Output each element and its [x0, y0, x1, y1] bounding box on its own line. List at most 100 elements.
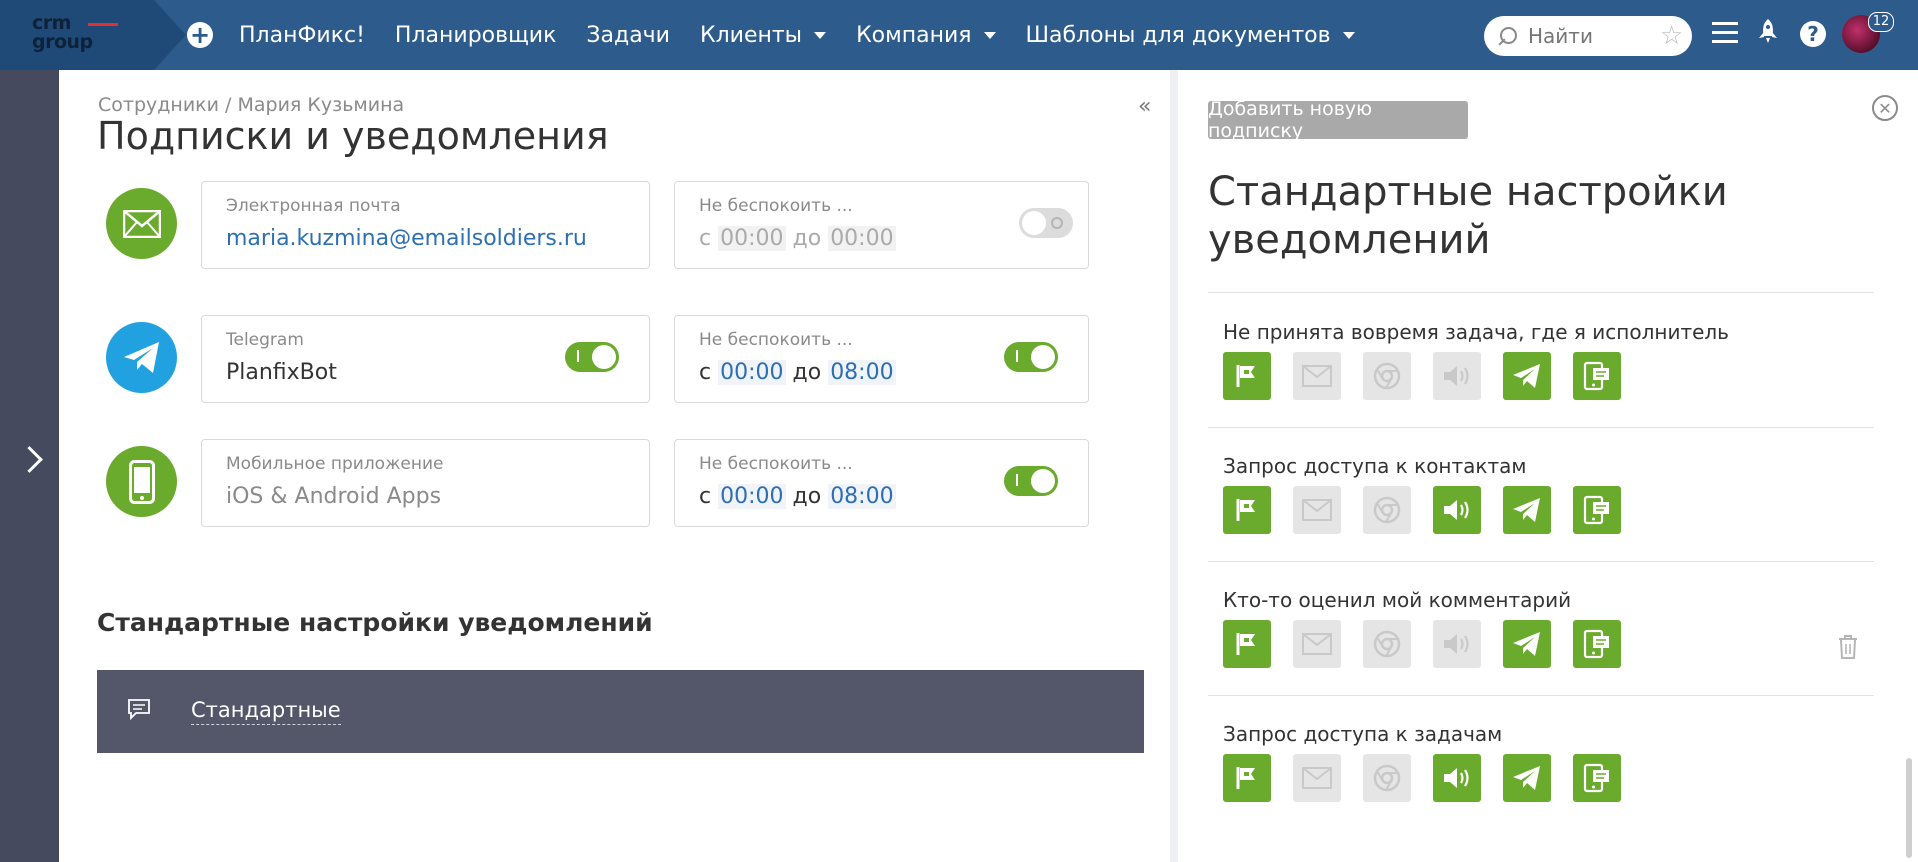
dnd-toggle[interactable]	[1004, 466, 1058, 496]
nav-item-planner[interactable]: Планировщик	[395, 23, 556, 48]
email-dnd-card[interactable]: Не беспокоить ... с 00:00 до 00:00	[674, 181, 1089, 269]
nav-label: ПланФикс!	[239, 22, 365, 48]
section-title: Стандартные настройки уведомлений	[97, 608, 653, 637]
search-input[interactable]	[1526, 23, 1650, 49]
company-logo[interactable]: crm group	[32, 14, 122, 56]
dnd-to-time[interactable]: 00:00	[828, 226, 896, 251]
nav-item-clients[interactable]: Клиенты	[699, 22, 827, 48]
mobile-channel-card[interactable]: Мобильное приложение iOS & Android Apps	[201, 439, 650, 527]
add-subscription-button[interactable]: Добавить новую подписку	[1208, 98, 1468, 142]
channel-label: Telegram	[226, 330, 304, 350]
breadcrumb[interactable]: Сотрудники / Мария Кузьмина	[98, 94, 404, 116]
dnd-time-range: с 00:00 до 08:00	[699, 360, 896, 385]
telegram-dnd-card[interactable]: Не беспокоить ... с 00:00 до 08:00	[674, 315, 1089, 403]
envelope-icon[interactable]	[1293, 352, 1341, 400]
panel-title: Стандартные настройки уведомлений	[1208, 169, 1728, 263]
mobile-dnd-card[interactable]: Не беспокоить ... с 00:00 до 08:00	[674, 439, 1089, 527]
nav-label: Планировщик	[394, 22, 557, 48]
browser-icon[interactable]	[1363, 486, 1411, 534]
mobile-notification-icon[interactable]	[1573, 352, 1621, 400]
envelope-icon	[106, 188, 177, 259]
telegram-icon	[106, 322, 177, 393]
logo-red-bar	[88, 23, 118, 26]
subscription-label: Запрос доступа к задачам	[1223, 722, 1503, 746]
mobile-notification-icon[interactable]	[1573, 620, 1621, 668]
divider	[1208, 292, 1874, 293]
notification-count-badge[interactable]: 12	[1868, 12, 1894, 32]
mobile-phone-icon	[106, 446, 177, 517]
channel-row	[1223, 754, 1643, 802]
browser-icon[interactable]	[1363, 620, 1411, 668]
dnd-from-prefix: с	[699, 484, 712, 509]
telegram-channel-card[interactable]: Telegram PlanfixBot	[201, 315, 650, 403]
collapse-panel-icon[interactable]: «	[1138, 94, 1151, 119]
dnd-toggle[interactable]	[1019, 208, 1073, 238]
dnd-from-time[interactable]: 00:00	[718, 360, 786, 385]
search-box[interactable]: ☆	[1484, 16, 1692, 56]
sound-icon[interactable]	[1433, 486, 1481, 534]
flag-icon[interactable]	[1223, 620, 1271, 668]
dnd-time-range: с 00:00 до 08:00	[699, 484, 896, 509]
comment-icon	[127, 698, 151, 721]
close-icon[interactable]: ✕	[1872, 95, 1898, 121]
chevron-down-icon	[814, 31, 827, 39]
flag-icon[interactable]	[1223, 352, 1271, 400]
divider	[1208, 695, 1874, 696]
browser-icon[interactable]	[1363, 352, 1411, 400]
mobile-notification-icon[interactable]	[1573, 754, 1621, 802]
telegram-toggle[interactable]	[565, 342, 619, 372]
chevron-down-icon	[1342, 31, 1355, 39]
dnd-from-prefix: с	[699, 360, 712, 385]
divider	[1208, 561, 1874, 562]
chevron-down-icon	[983, 31, 996, 39]
envelope-icon[interactable]	[1293, 486, 1341, 534]
channel-row	[1223, 352, 1643, 400]
standard-settings-link[interactable]: Стандартные	[191, 698, 341, 725]
telegram-icon[interactable]	[1503, 754, 1551, 802]
flag-icon[interactable]	[1223, 486, 1271, 534]
nav-item-tasks[interactable]: Задачи	[586, 23, 670, 48]
divider	[1208, 427, 1874, 428]
telegram-icon[interactable]	[1503, 620, 1551, 668]
email-channel-card[interactable]: Электронная почта maria.kuzmina@emailsol…	[201, 181, 650, 269]
telegram-icon[interactable]	[1503, 486, 1551, 534]
logo-line-2: group	[32, 31, 93, 53]
envelope-icon[interactable]	[1293, 620, 1341, 668]
chevron-right-icon[interactable]	[16, 446, 43, 473]
flag-icon[interactable]	[1223, 754, 1271, 802]
mobile-notification-icon[interactable]	[1573, 486, 1621, 534]
plus-circle-icon[interactable]: +	[187, 21, 213, 49]
dnd-to-time[interactable]: 08:00	[828, 484, 896, 509]
dnd-to-prefix: до	[792, 360, 822, 385]
envelope-icon[interactable]	[1293, 754, 1341, 802]
dnd-from-time[interactable]: 00:00	[718, 226, 786, 251]
help-icon[interactable]: ?	[1800, 21, 1826, 47]
nav-item-doc-templates[interactable]: Шаблоны для документов	[1026, 23, 1355, 48]
dnd-from-prefix: с	[699, 226, 712, 251]
sound-icon[interactable]	[1433, 352, 1481, 400]
trash-icon[interactable]	[1837, 634, 1859, 660]
mobile-app-name: iOS & Android Apps	[226, 484, 442, 509]
channel-label: Мобильное приложение	[226, 454, 444, 474]
dnd-from-time[interactable]: 00:00	[718, 484, 786, 509]
sound-icon[interactable]	[1433, 754, 1481, 802]
star-icon[interactable]: ☆	[1660, 21, 1683, 51]
nav-item-planfix[interactable]: ПланФикс!	[239, 23, 365, 48]
subscription-label: Не принята вовремя задача, где я исполни…	[1223, 320, 1729, 344]
subscription-label: Кто-то оценил мой комментарий	[1223, 588, 1572, 612]
logo-area[interactable]: crm group	[0, 0, 186, 70]
browser-icon[interactable]	[1363, 754, 1411, 802]
nav-label: Задачи	[586, 22, 670, 48]
dnd-to-time[interactable]: 08:00	[828, 360, 896, 385]
email-address[interactable]: maria.kuzmina@emailsoldiers.ru	[226, 226, 587, 251]
telegram-icon[interactable]	[1503, 352, 1551, 400]
panel-scrollbar[interactable]	[1906, 758, 1912, 858]
rocket-icon[interactable]	[1757, 18, 1779, 51]
standard-settings-item[interactable]: Стандартные	[97, 670, 1144, 753]
sound-icon[interactable]	[1433, 620, 1481, 668]
nav-label: Клиенты	[699, 22, 803, 48]
menu-icon[interactable]	[1712, 22, 1738, 44]
dnd-toggle[interactable]	[1004, 342, 1058, 372]
nav-item-company[interactable]: Компания	[856, 23, 996, 48]
dnd-time-range: с 00:00 до 00:00	[699, 226, 896, 251]
